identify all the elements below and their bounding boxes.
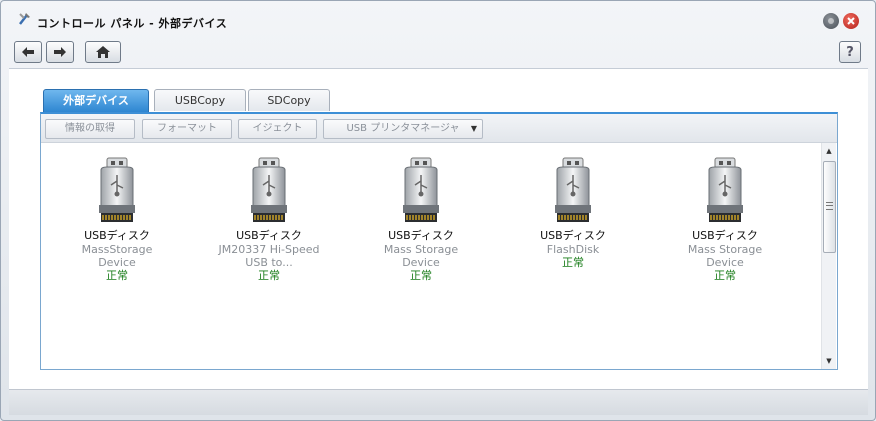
usb-printer-manager-dropdown[interactable]: USB プリンタマネージャ ▼ [323,119,483,139]
window-title: コントロール パネル - 外部デバイス [37,17,228,30]
device-name: USBディスク [84,229,150,242]
device-description-line2: Device [706,256,744,269]
minimize-icon [828,18,834,24]
scroll-up-arrow-icon[interactable]: ▲ [822,145,836,157]
home-button[interactable] [85,41,121,63]
usb-drive-icon [251,157,287,222]
device-description-line1: Mass Storage [383,243,459,256]
device-description-line2: USB to... [245,256,293,269]
device-description-line1: MassStorage [81,243,153,256]
usb-drive-icon [555,157,591,222]
content-area: 外部デバイス USBCopy SDCopy 情報の取得 フォーマット イジェクト… [9,68,868,390]
device-description-line1: Mass Storage [687,243,763,256]
device-status: 正常 [258,269,280,282]
device-status: 正常 [714,269,736,282]
grip-icon [826,202,833,210]
forward-button[interactable] [46,41,74,63]
device-item[interactable]: USBディスク Mass Storage Device 正常 [356,157,486,282]
format-button[interactable]: フォーマット [142,119,232,139]
action-bar: 情報の取得 フォーマット イジェクト USB プリンタマネージャ ▼ [41,114,837,143]
arrow-right-icon [54,47,66,57]
title-bar: コントロール パネル - 外部デバイス [1,1,875,37]
control-panel-icon [17,11,33,27]
device-description-line1: JM20337 Hi-Speed [218,243,320,256]
chevron-down-icon: ▼ [470,124,477,133]
device-list: USBディスク MassStorage Device 正常 USBディスク JM… [41,143,821,369]
arrow-left-icon [22,47,34,57]
tab-external-devices[interactable]: 外部デバイス [43,89,149,112]
device-status: 正常 [410,269,432,282]
home-icon [96,46,110,58]
close-button[interactable] [843,13,859,29]
device-description-line1: FlashDisk [546,243,600,256]
device-name: USBディスク [692,229,758,242]
usb-drive-icon [403,157,439,222]
minimize-button[interactable] [823,13,839,29]
external-devices-panel: 情報の取得 フォーマット イジェクト USB プリンタマネージャ ▼ USBディ… [40,112,838,370]
device-item[interactable]: USBディスク Mass Storage Device 正常 [660,157,790,282]
usb-drive-icon [99,157,135,222]
device-item[interactable]: USBディスク FlashDisk 正常 [508,157,638,269]
device-item[interactable]: USBディスク MassStorage Device 正常 [52,157,182,282]
help-button[interactable]: ? [839,41,861,63]
navigation-toolbar: ? [1,41,875,69]
device-status: 正常 [106,269,128,282]
control-panel-window: コントロール パネル - 外部デバイス ? 外部デバイス USBCopy SDC… [0,0,876,421]
get-info-button[interactable]: 情報の取得 [45,119,135,139]
vertical-scrollbar[interactable]: ▲ ▼ [821,143,836,369]
status-footer [9,389,868,415]
close-icon [847,17,855,25]
usb-printer-manager-label: USB プリンタマネージャ [346,123,460,134]
tab-sdcopy[interactable]: SDCopy [248,89,330,111]
back-button[interactable] [14,41,42,63]
device-name: USBディスク [236,229,302,242]
tab-usbcopy[interactable]: USBCopy [154,89,246,111]
device-name: USBディスク [388,229,454,242]
usb-drive-icon [707,157,743,222]
device-item[interactable]: USBディスク JM20337 Hi-Speed USB to... 正常 [204,157,334,282]
scroll-thumb[interactable] [823,161,836,253]
device-description-line2: Device [98,256,136,269]
device-name: USBディスク [540,229,606,242]
device-description-line2: Device [402,256,440,269]
eject-button[interactable]: イジェクト [238,119,317,139]
scroll-down-arrow-icon[interactable]: ▼ [822,355,836,367]
device-status: 正常 [562,256,584,269]
